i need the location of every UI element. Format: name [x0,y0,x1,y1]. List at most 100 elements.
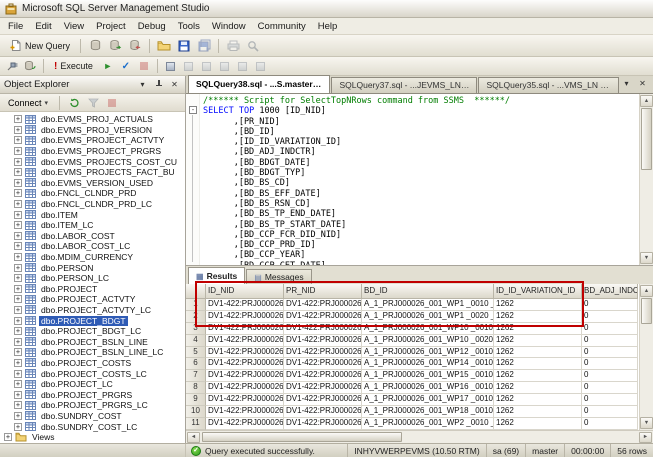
close-panel-icon[interactable]: ✕ [168,78,181,91]
new-query-button[interactable]: New Query [4,37,75,54]
indent-icon[interactable] [253,59,269,73]
expander-icon[interactable]: + [14,317,22,325]
row-header[interactable]: 10 [186,406,206,418]
grid-cell[interactable]: DV1-422:PRJ000026 [206,406,284,418]
tree-item-views[interactable]: + Views [0,432,185,443]
scroll-down-icon[interactable]: ▼ [640,417,653,429]
grid-cell[interactable]: 1262 [494,347,582,359]
tree-item-dbo-item-lc[interactable]: + dbo.ITEM_LC [0,220,185,231]
tree-item-dbo-evms-project-prgrs[interactable]: + dbo.EVMS_PROJECT_PRGRS [0,146,185,157]
tree-item-dbo-project-bsln-line[interactable]: + dbo.PROJECT_BSLN_LINE [0,336,185,347]
results-horizontal-scrollbar[interactable]: ◄ ► [186,430,653,443]
tree-item-dbo-mdim-currency[interactable]: + dbo.MDIM_CURRENCY [0,252,185,263]
grid-cell[interactable]: 0 [582,394,638,406]
expander-icon[interactable]: + [14,211,22,219]
grid-cell[interactable]: 1262 [494,394,582,406]
row-header[interactable]: 7 [186,370,206,382]
grid-cell[interactable]: A_1_PRJ000026_001_WP10 _0010 _21 [362,323,494,335]
code-line[interactable]: ,[BD_ADJ_INDCTR] [203,147,638,157]
code-line[interactable]: ,[BD_CCP_YEAR] [203,250,638,260]
grid-cell[interactable]: 0 [582,335,638,347]
tree-item-dbo-fncl-clndr-prd-lc[interactable]: + dbo.FNCL_CLNDR_PRD_LC [0,199,185,210]
results-vertical-scrollbar[interactable]: ▲ ▼ [639,284,653,430]
menu-window[interactable]: Window [206,20,252,33]
grid-cell[interactable]: DV1-422:PRJ000026 [284,311,362,323]
tree-item-dbo-person[interactable]: + dbo.PERSON [0,262,185,273]
code-line[interactable]: ,[BD_BS_EFF_DATE] [203,189,638,199]
execute-button[interactable]: ! Execute [49,59,98,74]
results-to-text-icon[interactable] [217,59,233,73]
grid-cell[interactable]: A_1_PRJ000026_001_WP15 _0010 _25 [362,370,494,382]
grid-cell[interactable]: A_1_PRJ000026_001_WP2 _0010 _29 [362,418,494,430]
grid-row-9[interactable]: 9DV1-422:PRJ000026DV1-422:PRJ000026A_1_P… [186,394,639,406]
tree-item-dbo-sundry-cost[interactable]: + dbo.SUNDRY_COST [0,411,185,422]
expander-icon[interactable]: + [14,168,22,176]
scroll-up-icon[interactable]: ▲ [640,285,653,297]
tab-results[interactable]: ▦ Results [188,267,245,284]
expander-icon[interactable]: + [14,380,22,388]
expander-icon[interactable]: + [14,115,22,123]
expander-icon[interactable]: + [14,253,22,261]
expander-icon[interactable]: + [14,242,22,250]
expander-icon[interactable]: + [14,147,22,155]
results-to-grid-icon[interactable] [199,59,215,73]
expander-icon[interactable]: + [4,433,12,441]
active-files-dropdown-icon[interactable]: ▾ [620,77,633,90]
grid-cell[interactable]: 1262 [494,323,582,335]
tree-item-dbo-project-actvty-lc[interactable]: + dbo.PROJECT_ACTVTY_LC [0,305,185,316]
database-icon[interactable] [86,38,104,54]
print-icon[interactable] [224,38,242,54]
tree-item-dbo-evms-proj-version[interactable]: + dbo.EVMS_PROJ_VERSION [0,125,185,136]
expander-icon[interactable]: + [14,401,22,409]
grid-row-3[interactable]: 3DV1-422:PRJ000026DV1-422:PRJ000026A_1_P… [186,323,639,335]
grid-row-7[interactable]: 7DV1-422:PRJ000026DV1-422:PRJ000026A_1_P… [186,370,639,382]
row-header[interactable]: 4 [186,335,206,347]
grid-cell[interactable]: DV1-422:PRJ000026 [284,370,362,382]
grid-row-6[interactable]: 6DV1-422:PRJ000026DV1-422:PRJ000026A_1_P… [186,358,639,370]
close-document-icon[interactable]: ✕ [636,77,649,90]
find-icon[interactable] [244,38,262,54]
grid-row-8[interactable]: 8DV1-422:PRJ000026DV1-422:PRJ000026A_1_P… [186,382,639,394]
grid-cell[interactable]: 1262 [494,418,582,430]
tree-item-dbo-sundry-cost-lc[interactable]: + dbo.SUNDRY_COST_LC [0,421,185,432]
code-line[interactable]: ,[BD_CCP_PRD_ID] [203,240,638,250]
grid-cell[interactable]: DV1-422:PRJ000026 [284,418,362,430]
grid-cell[interactable]: A_1_PRJ000026_001_WP18 _0010 _28 [362,406,494,418]
save-all-icon[interactable] [195,38,213,54]
code-line[interactable]: ,[BD_BS_TP_START_DATE] [203,220,638,230]
grid-cell[interactable]: 1262 [494,370,582,382]
row-header[interactable]: 11 [186,418,206,430]
grid-cell[interactable]: A_1_PRJ000026_001_WP1 _0010 _19 [362,299,494,311]
expander-icon[interactable]: + [14,136,22,144]
grid-cell[interactable]: DV1-422:PRJ000026 [284,335,362,347]
row-header[interactable]: 1 [186,299,206,311]
collapse-region-icon[interactable]: - [189,106,197,114]
grid-row-5[interactable]: 5DV1-422:PRJ000026DV1-422:PRJ000026A_1_P… [186,347,639,359]
column-header-pr_nid[interactable]: PR_NID [284,284,362,299]
code-line[interactable]: ,[BD_BDGT_DATE] [203,158,638,168]
menu-help[interactable]: Help [312,20,344,33]
grid-cell[interactable]: A_1_PRJ000026_001_WP16 _0010 _26 [362,382,494,394]
row-header[interactable]: 9 [186,394,206,406]
sql-code[interactable]: /****** Script for SelectTopNRows comman… [203,96,638,265]
grid-cell[interactable]: A_1_PRJ000026_001_WP1 _0020 _20 [362,311,494,323]
grid-cell[interactable]: A_1_PRJ000026_001_WP10 _0020 _22 [362,335,494,347]
expander-icon[interactable]: + [14,391,22,399]
expander-icon[interactable]: + [14,359,22,367]
expander-icon[interactable]: + [14,295,22,303]
grid-cell[interactable]: A_1_PRJ000026_001_WP12 _0010 _23 [362,347,494,359]
tree-item-dbo-fncl-clndr-prd[interactable]: + dbo.FNCL_CLNDR_PRD [0,188,185,199]
row-header[interactable]: 3 [186,323,206,335]
grid-cell[interactable]: 0 [582,299,638,311]
tree-item-dbo-project-lc[interactable]: + dbo.PROJECT_LC [0,379,185,390]
grid-cell[interactable]: 0 [582,347,638,359]
grid-cell[interactable]: 0 [582,323,638,335]
change-connection-icon[interactable] [22,59,38,73]
row-header[interactable]: 2 [186,311,206,323]
tree-item-dbo-evms-projects-cost-cu[interactable]: + dbo.EVMS_PROJECTS_COST_CU [0,156,185,167]
grid-cell[interactable]: DV1-422:PRJ000026 [284,358,362,370]
grid-cell[interactable]: DV1-422:PRJ000026 [284,382,362,394]
tree-item-dbo-project-bdgt[interactable]: + dbo.PROJECT_BDGT [0,315,185,326]
grid-cell[interactable]: A_1_PRJ000026_001_WP17 _0010 _27 [362,394,494,406]
debug-icon[interactable]: ► [100,59,116,73]
